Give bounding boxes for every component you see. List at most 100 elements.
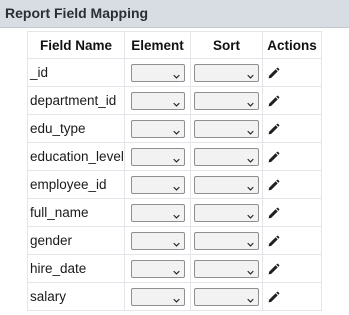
chevron-down-icon bbox=[247, 236, 254, 247]
actions-cell bbox=[262, 198, 322, 227]
table-row: edu_type bbox=[27, 114, 322, 143]
sort-select[interactable] bbox=[194, 287, 259, 306]
sort-select[interactable] bbox=[194, 259, 259, 278]
field-name: full_name bbox=[30, 205, 89, 220]
column-header-sort: Sort bbox=[190, 31, 263, 59]
column-header-actions: Actions bbox=[262, 31, 322, 59]
sort-select[interactable] bbox=[194, 203, 259, 222]
sort-select[interactable] bbox=[194, 119, 259, 138]
sort-cell bbox=[190, 114, 263, 143]
panel-title: Report Field Mapping bbox=[5, 5, 149, 21]
chevron-down-icon bbox=[247, 68, 254, 79]
element-cell bbox=[124, 226, 191, 255]
chevron-down-icon bbox=[247, 124, 254, 135]
sort-select[interactable] bbox=[194, 91, 259, 110]
field-name: education_level bbox=[30, 149, 124, 164]
actions-cell bbox=[262, 114, 322, 143]
element-cell bbox=[124, 142, 191, 171]
sort-select[interactable] bbox=[194, 63, 259, 82]
element-cell bbox=[124, 254, 191, 283]
table-row: department_id bbox=[27, 86, 322, 115]
chevron-down-icon bbox=[172, 124, 180, 135]
field-name: hire_date bbox=[30, 261, 87, 276]
field-name: salary bbox=[30, 289, 67, 304]
element-select[interactable] bbox=[130, 147, 185, 166]
element-select[interactable] bbox=[130, 259, 185, 278]
field-name: department_id bbox=[30, 93, 117, 108]
field-name-cell: _id bbox=[27, 58, 125, 87]
pencil-icon[interactable] bbox=[267, 151, 280, 164]
pencil-icon[interactable] bbox=[267, 67, 280, 80]
chevron-down-icon bbox=[172, 152, 180, 163]
field-name-cell: employee_id bbox=[27, 170, 125, 199]
pencil-icon[interactable] bbox=[267, 179, 280, 192]
field-name-cell: hire_date bbox=[27, 254, 125, 283]
chevron-down-icon bbox=[172, 236, 180, 247]
chevron-down-icon bbox=[172, 208, 180, 219]
chevron-down-icon bbox=[172, 68, 180, 79]
sort-cell bbox=[190, 254, 263, 283]
table-row: education_level bbox=[27, 142, 322, 171]
panel-header: Report Field Mapping bbox=[0, 0, 349, 28]
pencil-icon[interactable] bbox=[267, 235, 280, 248]
table-row: full_name bbox=[27, 198, 322, 227]
field-name-cell: edu_type bbox=[27, 114, 125, 143]
field-name: edu_type bbox=[30, 121, 86, 136]
sort-select[interactable] bbox=[194, 175, 259, 194]
actions-cell bbox=[262, 254, 322, 283]
element-cell bbox=[124, 282, 191, 311]
element-select[interactable] bbox=[130, 63, 185, 82]
element-select[interactable] bbox=[130, 119, 185, 138]
field-name: gender bbox=[30, 233, 73, 248]
actions-cell bbox=[262, 86, 322, 115]
chevron-down-icon bbox=[172, 292, 180, 303]
column-header-field-name: Field Name bbox=[27, 31, 125, 59]
table-row: hire_date bbox=[27, 254, 322, 283]
sort-cell bbox=[190, 170, 263, 199]
chevron-down-icon bbox=[247, 292, 254, 303]
element-cell bbox=[124, 86, 191, 115]
field-name-cell: education_level bbox=[27, 142, 125, 171]
pencil-icon[interactable] bbox=[267, 263, 280, 276]
table-row: gender bbox=[27, 226, 322, 255]
chevron-down-icon bbox=[247, 152, 254, 163]
element-cell bbox=[124, 58, 191, 87]
element-cell bbox=[124, 198, 191, 227]
sort-cell bbox=[190, 226, 263, 255]
field-name-cell: full_name bbox=[27, 198, 125, 227]
field-name-cell: department_id bbox=[27, 86, 125, 115]
actions-cell bbox=[262, 170, 322, 199]
table-row: employee_id bbox=[27, 170, 322, 199]
field-mapping-table: Field Name Element Sort Actions _iddepar… bbox=[27, 31, 322, 311]
sort-cell bbox=[190, 58, 263, 87]
element-select[interactable] bbox=[130, 203, 185, 222]
field-name-cell: gender bbox=[27, 226, 125, 255]
sort-select[interactable] bbox=[194, 147, 259, 166]
sort-select[interactable] bbox=[194, 231, 259, 250]
chevron-down-icon bbox=[247, 208, 254, 219]
pencil-icon[interactable] bbox=[267, 95, 280, 108]
actions-cell bbox=[262, 142, 322, 171]
pencil-icon[interactable] bbox=[267, 291, 280, 304]
field-name: _id bbox=[30, 65, 49, 80]
element-select[interactable] bbox=[130, 231, 185, 250]
sort-cell bbox=[190, 86, 263, 115]
actions-cell bbox=[262, 226, 322, 255]
element-cell bbox=[124, 114, 191, 143]
pencil-icon[interactable] bbox=[267, 123, 280, 136]
pencil-icon[interactable] bbox=[267, 207, 280, 220]
field-name: employee_id bbox=[30, 177, 107, 192]
chevron-down-icon bbox=[172, 96, 180, 107]
column-header-element: Element bbox=[124, 31, 191, 59]
sort-cell bbox=[190, 282, 263, 311]
element-select[interactable] bbox=[130, 175, 185, 194]
sort-cell bbox=[190, 142, 263, 171]
table-header-row: Field Name Element Sort Actions bbox=[27, 31, 322, 59]
element-select[interactable] bbox=[130, 287, 185, 306]
field-name-cell: salary bbox=[27, 282, 125, 311]
actions-cell bbox=[262, 282, 322, 311]
table-row: salary bbox=[27, 282, 322, 311]
chevron-down-icon bbox=[247, 180, 254, 191]
element-select[interactable] bbox=[130, 91, 185, 110]
chevron-down-icon bbox=[247, 96, 254, 107]
